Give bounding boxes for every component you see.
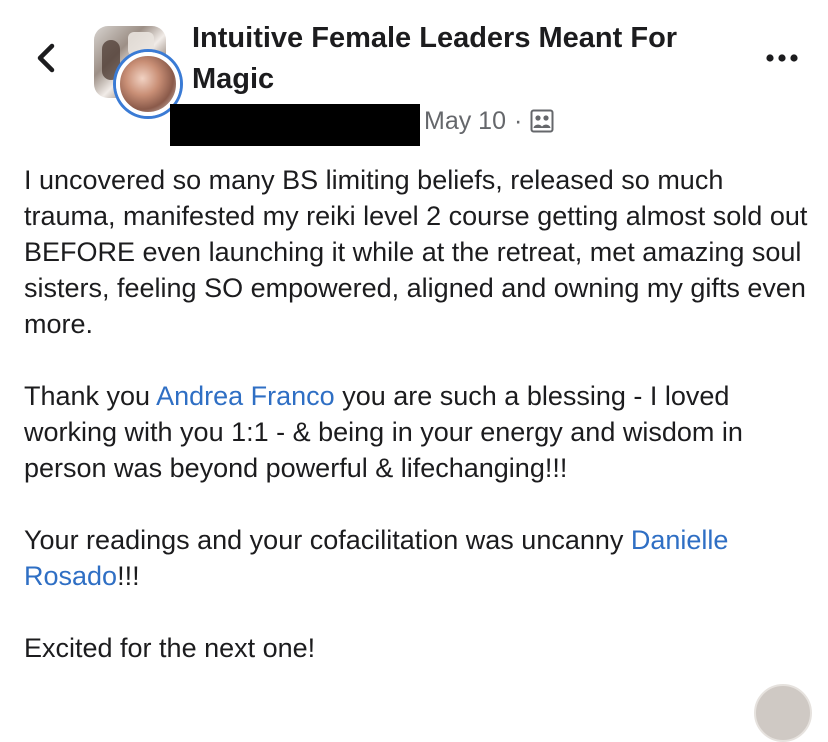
post-meta: May 10 ·: [424, 102, 554, 140]
post-paragraph: Your readings and your cofacilitation wa…: [24, 522, 814, 594]
redacted-author-name: [170, 104, 420, 146]
more-options-button[interactable]: [762, 48, 802, 68]
back-button[interactable]: [30, 38, 66, 78]
post-paragraph: I uncovered so many BS limiting beliefs,…: [24, 165, 808, 339]
commenter-avatar[interactable]: [754, 684, 812, 742]
group-members-icon: [530, 109, 554, 133]
post-text: Thank you: [24, 381, 157, 411]
group-name[interactable]: Intuitive Female Leaders Meant For Magic: [192, 18, 732, 100]
meta-separator: ·: [513, 106, 523, 135]
post-body: I uncovered so many BS limiting beliefs,…: [24, 162, 814, 666]
post-text: Your readings and your cofacilitation wa…: [24, 525, 631, 555]
group-avatar[interactable]: [94, 26, 182, 116]
post-paragraph: Excited for the next one!: [24, 633, 316, 663]
mention-link[interactable]: Andrea Franco: [156, 381, 335, 411]
post-paragraph: Thank you Andrea Franco you are such a b…: [24, 378, 814, 486]
chevron-left-icon: [37, 43, 55, 73]
post-date[interactable]: May 10: [424, 107, 506, 136]
post-text: !!!: [117, 561, 140, 591]
more-horizontal-icon: [766, 54, 798, 62]
